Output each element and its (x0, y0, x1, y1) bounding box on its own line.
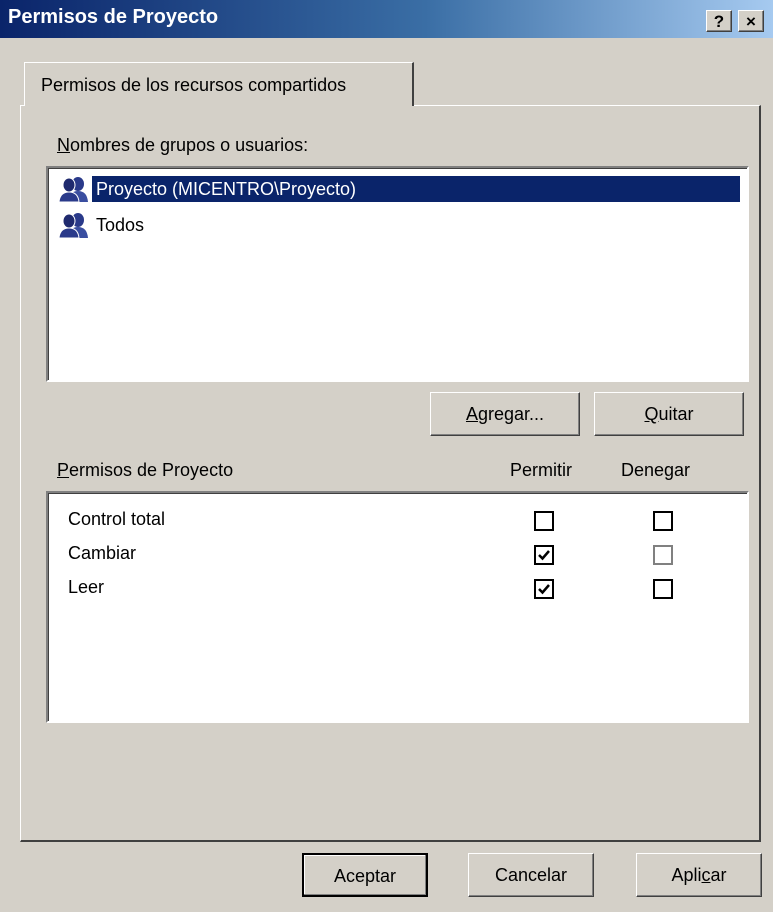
remove-button-accesskey: Q (644, 404, 659, 424)
groups-label: Nombres de grupos o usuarios: (57, 135, 308, 156)
allow-checkbox[interactable] (534, 579, 554, 599)
remove-button[interactable]: Quitar (594, 392, 744, 436)
permission-row-control-total: Control total (68, 507, 728, 537)
tab-label: Permisos de los recursos compartidos (41, 75, 347, 95)
users-group-icon (58, 211, 90, 239)
groups-label-accesskey: N (57, 135, 70, 155)
allow-checkbox[interactable] (534, 545, 554, 565)
permission-row-cambiar: Cambiar (68, 541, 728, 571)
permissions-header: Permisos de Proyecto (57, 460, 233, 481)
add-button[interactable]: Agregar... (430, 392, 580, 436)
close-icon: × (746, 12, 756, 31)
help-button[interactable]: ? (706, 10, 732, 32)
title-bar[interactable]: Permisos de Proyecto ? × (0, 0, 773, 38)
list-item[interactable]: Proyecto (MICENTRO\Proyecto) (58, 174, 742, 204)
window-title: Permisos de Proyecto (8, 6, 219, 28)
close-button[interactable]: × (738, 10, 764, 32)
groups-list[interactable]: Proyecto (MICENTRO\Proyecto) Todos (46, 166, 749, 382)
remove-button-label: uitar (658, 404, 694, 424)
permissions-header-accesskey: P (57, 460, 70, 480)
permission-name: Control total (68, 509, 166, 529)
groups-label-text: ombres de grupos o usuarios: (70, 135, 309, 155)
apply-button[interactable]: Aplicar (636, 853, 762, 897)
permission-row-leer: Leer (68, 575, 728, 605)
permission-name: Leer (68, 577, 105, 597)
apply-button-accesskey: c (701, 865, 711, 885)
allow-checkbox[interactable] (534, 511, 554, 531)
checkmark-icon (538, 550, 550, 561)
cancel-button[interactable]: Cancelar (468, 853, 594, 897)
permissions-list: Control total Cambiar Leer (46, 491, 749, 723)
apply-button-label-end: ar (710, 865, 727, 885)
add-button-label: gregar... (477, 404, 545, 424)
list-item[interactable]: Todos (58, 210, 742, 240)
permissions-header-text: ermisos de Proyecto (69, 460, 234, 480)
list-item-label: Proyecto (MICENTRO\Proyecto) (92, 176, 740, 202)
help-icon: ? (713, 12, 725, 31)
checkmark-icon (538, 584, 550, 595)
list-item-label: Todos (96, 215, 145, 235)
apply-button-label-start: Apli (671, 865, 702, 885)
ok-button[interactable]: Aceptar (302, 853, 428, 897)
permission-name: Cambiar (68, 543, 137, 563)
deny-checkbox[interactable] (653, 511, 673, 531)
add-button-accesskey: A (465, 404, 478, 424)
users-group-icon (58, 175, 90, 203)
deny-checkbox[interactable] (653, 545, 673, 565)
allow-column-header: Permitir (510, 460, 572, 480)
deny-column-header: Denegar (621, 460, 691, 480)
deny-checkbox[interactable] (653, 579, 673, 599)
tab-shared-resource-permissions[interactable]: Permisos de los recursos compartidos (24, 62, 414, 106)
